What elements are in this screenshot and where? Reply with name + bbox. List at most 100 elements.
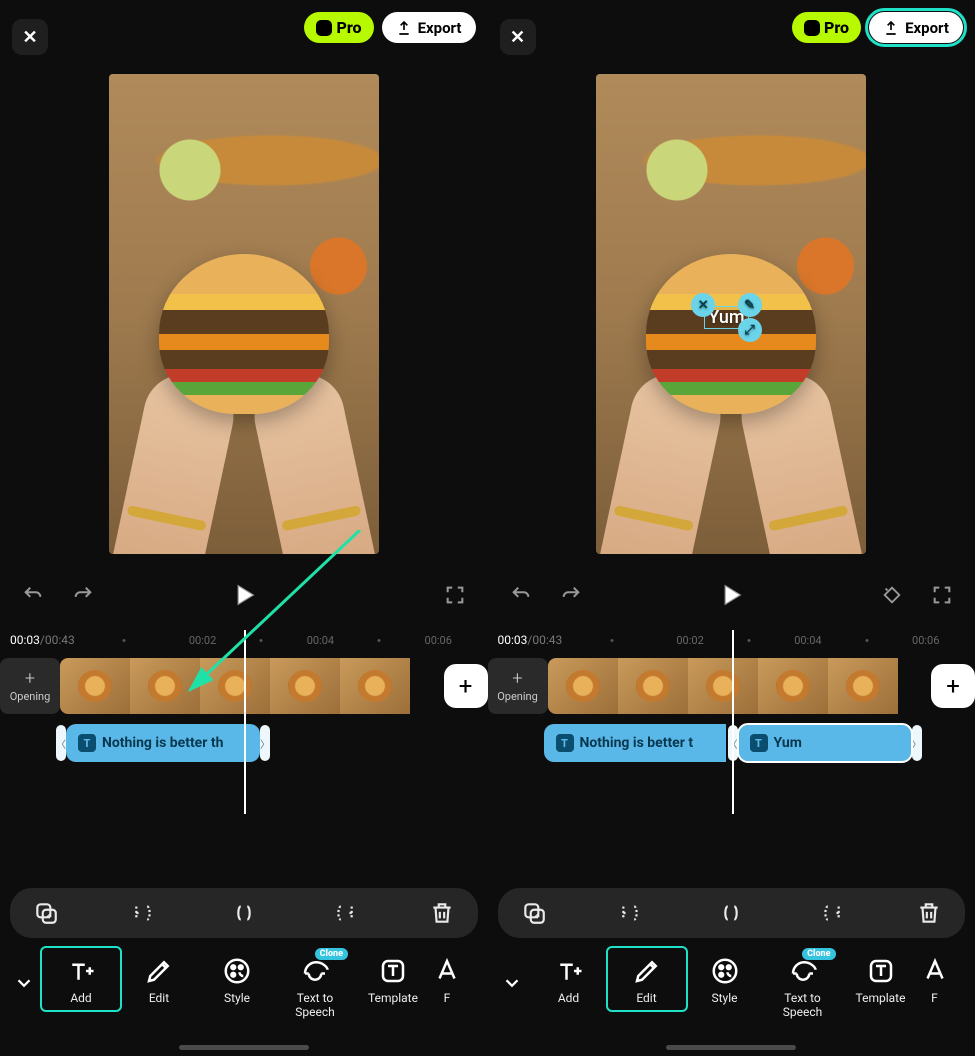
export-icon (883, 20, 899, 36)
undo-button[interactable] (506, 580, 536, 610)
clone-badge: Clone (315, 948, 348, 960)
tool-label: Edit (636, 992, 656, 1006)
tool-font-partial[interactable]: F (432, 948, 462, 1010)
undo-button[interactable] (18, 580, 48, 610)
add-opening-button[interactable]: + Opening (488, 658, 548, 714)
tool-label: Style (711, 992, 737, 1006)
time-position: 00:03/00:43 (498, 633, 563, 647)
playhead[interactable] (244, 630, 246, 814)
tool-add-text[interactable]: Add (42, 948, 120, 1010)
tool-label: F (931, 992, 938, 1006)
play-button[interactable] (716, 580, 746, 610)
clip-edit-toolbar (498, 888, 966, 938)
close-button[interactable]: ✕ (500, 19, 536, 55)
split-button[interactable] (713, 898, 749, 928)
add-clip-button[interactable]: + (931, 664, 975, 708)
add-opening-button[interactable]: + Opening (0, 658, 60, 714)
tool-style[interactable]: Style (198, 948, 276, 1010)
plus-icon: + (25, 670, 35, 688)
clip-handle-left[interactable]: 〈 (56, 725, 66, 761)
bottom-toolbar: Add Edit Style Clone Text to Speech Temp… (488, 938, 975, 1042)
overlay-resize-handle[interactable]: ⤢ (738, 318, 762, 342)
collapse-toolbar-button[interactable] (6, 958, 42, 1008)
text-clip-selected[interactable]: T Yum (738, 724, 912, 762)
playback-controls (0, 554, 488, 628)
home-indicator (179, 1045, 309, 1050)
playhead[interactable] (732, 630, 734, 814)
fullscreen-button[interactable] (440, 580, 470, 610)
overlay-edit-handle[interactable]: ✎ (738, 293, 762, 317)
export-icon (396, 20, 412, 36)
pro-badge[interactable]: Pro (792, 12, 861, 43)
tool-label: Text to Speech (783, 992, 822, 1020)
video-clip-strip[interactable] (60, 658, 436, 714)
redo-button[interactable] (556, 580, 586, 610)
timeline: + Opening + T Nothing is better t 〈 T Yu… (488, 658, 975, 888)
left-editor-panel: ✕ Pro Export 00:0 (0, 0, 488, 1056)
text-clip-icon: T (556, 734, 574, 752)
fullscreen-button[interactable] (927, 580, 957, 610)
tool-template[interactable]: Template (354, 948, 432, 1010)
delete-button[interactable] (424, 898, 460, 928)
ruler-mark: 00:04 (307, 634, 334, 647)
tool-add-text[interactable]: Add (530, 948, 608, 1010)
add-clip-button[interactable]: + (444, 664, 488, 708)
right-editor-panel: ✕ Pro Export Yum ✕ ✎ ⤢ (488, 0, 975, 1056)
export-label: Export (418, 19, 462, 37)
export-label: Export (905, 19, 949, 37)
tool-text-to-speech[interactable]: Clone Text to Speech (276, 948, 354, 1024)
tool-edit[interactable]: Edit (608, 948, 686, 1010)
text-clip[interactable]: T Nothing is better t (544, 724, 726, 762)
tool-edit[interactable]: Edit (120, 948, 198, 1010)
tool-text-to-speech[interactable]: Clone Text to Speech (764, 948, 842, 1024)
duplicate-button[interactable] (516, 898, 552, 928)
clip-handle-right[interactable]: 〉 (912, 725, 922, 761)
text-clip-label: Yum (774, 735, 802, 751)
trim-left-button[interactable] (127, 898, 163, 928)
trim-left-button[interactable] (614, 898, 650, 928)
collapse-toolbar-button[interactable] (494, 958, 530, 1008)
text-overlay[interactable]: Yum ✕ ✎ ⤢ (704, 306, 748, 329)
export-button[interactable]: Export (382, 12, 476, 43)
tool-style[interactable]: Style (686, 948, 764, 1010)
clip-handle-right[interactable]: 〉 (260, 725, 270, 761)
video-clip-strip[interactable] (548, 658, 924, 714)
delete-button[interactable] (911, 898, 947, 928)
split-button[interactable] (226, 898, 262, 928)
ruler-mark: 00:02 (676, 634, 703, 647)
keyframe-button[interactable] (877, 580, 907, 610)
ruler-mark: 00:02 (189, 634, 216, 647)
tool-label: Template (856, 992, 906, 1006)
opening-label: Opening (497, 690, 538, 703)
preview-area: Yum ✕ ✎ ⤢ (488, 74, 975, 554)
play-button[interactable] (229, 580, 259, 610)
timeline: + Opening + 〈 T Nothing is better th 〉 (0, 658, 488, 888)
trim-right-button[interactable] (812, 898, 848, 928)
trim-right-button[interactable] (325, 898, 361, 928)
tool-label: Edit (149, 992, 169, 1006)
top-bar: ✕ Pro Export (0, 0, 488, 74)
clone-badge: Clone (802, 948, 835, 960)
plus-icon: + (512, 670, 522, 688)
opening-label: Opening (10, 690, 51, 703)
pro-badge[interactable]: Pro (304, 12, 373, 43)
home-indicator (666, 1045, 796, 1050)
pro-label: Pro (824, 18, 849, 37)
bottom-toolbar: Add Edit Style Clone Text to Speech Temp… (0, 938, 488, 1042)
tool-template[interactable]: Template (842, 948, 920, 1010)
export-button[interactable]: Export (869, 12, 963, 43)
duplicate-button[interactable] (28, 898, 64, 928)
video-preview[interactable] (109, 74, 379, 554)
top-bar: ✕ Pro Export (488, 0, 975, 74)
redo-button[interactable] (68, 580, 98, 610)
close-button[interactable]: ✕ (12, 19, 48, 55)
tool-label: Template (368, 992, 418, 1006)
text-clip[interactable]: T Nothing is better th (66, 724, 260, 762)
preview-area (0, 74, 488, 554)
tool-font-partial[interactable]: F (920, 948, 950, 1010)
tool-label: Add (70, 992, 91, 1006)
text-clip-icon: T (750, 734, 768, 752)
pro-label: Pro (336, 18, 361, 37)
text-clip-label: Nothing is better th (102, 735, 223, 751)
video-preview[interactable]: Yum ✕ ✎ ⤢ (596, 74, 866, 554)
